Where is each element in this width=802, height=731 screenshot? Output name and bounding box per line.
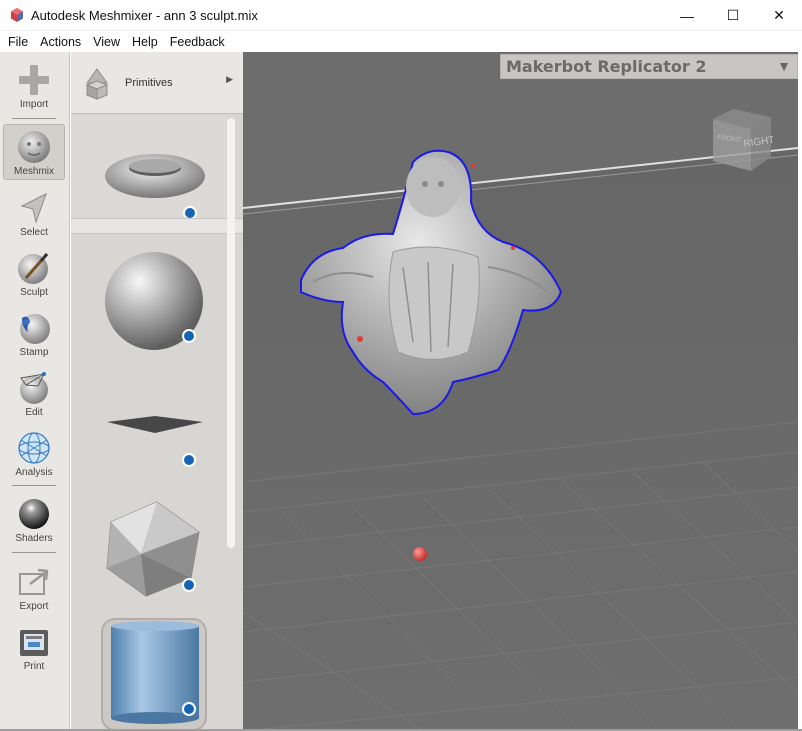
- primitive-cylinder[interactable]: [71, 618, 226, 731]
- analysis-label: Analysis: [15, 467, 53, 478]
- primitives-shapes-icon: [85, 67, 109, 100]
- printer-selector[interactable]: Makerbot Replicator 2 ▼: [500, 54, 798, 79]
- menu-file[interactable]: File: [2, 35, 34, 49]
- tool-sidebar: Import Meshmix Select Sculpt Stamp Edit …: [0, 52, 70, 731]
- shaders-label: Shaders: [15, 533, 53, 544]
- plane-shape: [107, 416, 203, 433]
- sphere-shape: [105, 252, 203, 350]
- primitive-plane[interactable]: [71, 382, 226, 472]
- edit-tool-button[interactable]: Edit: [3, 366, 65, 422]
- panel-scrollbar[interactable]: [227, 118, 235, 548]
- export-label: Export: [19, 601, 49, 612]
- menu-help[interactable]: Help: [126, 35, 164, 49]
- stamp-icon: [20, 314, 50, 344]
- add-badge-icon: [182, 578, 196, 592]
- menu-actions[interactable]: Actions: [34, 35, 87, 49]
- edit-label: Edit: [25, 407, 43, 418]
- shaders-tool-button[interactable]: Shaders: [3, 492, 65, 548]
- analysis-tool-button[interactable]: Analysis: [3, 426, 65, 482]
- window-title: Autodesk Meshmixer - ann 3 sculpt.mix: [31, 7, 258, 23]
- title-bar: Autodesk Meshmixer - ann 3 sculpt.mix — …: [0, 0, 802, 31]
- minimize-button[interactable]: —: [664, 0, 710, 31]
- torus-shape: [105, 154, 205, 198]
- maximize-button[interactable]: ☐: [710, 0, 756, 31]
- import-label: Import: [19, 99, 49, 110]
- stamp-tool-button[interactable]: Stamp: [3, 306, 65, 362]
- meshmix-label: Meshmix: [13, 166, 54, 177]
- meshmix-tool-button[interactable]: Meshmix: [3, 124, 65, 180]
- icosahedron-shape: [106, 501, 200, 597]
- print-tool-button[interactable]: Print: [3, 620, 65, 676]
- divider: [12, 118, 56, 119]
- sculpt-label: Sculpt: [20, 287, 48, 298]
- primitives-header[interactable]: Primitives ▶: [71, 52, 243, 114]
- 3d-viewport[interactable]: Makerbot Replicator 2 ▼ FRONT RIGHT: [243, 52, 798, 731]
- select-tool-button[interactable]: Select: [3, 186, 65, 242]
- divider: [12, 485, 56, 486]
- primitive-torus[interactable]: [71, 116, 226, 220]
- expand-arrow-icon[interactable]: ▶: [226, 74, 233, 85]
- edit-mesh-icon: [20, 372, 48, 404]
- cursor-arrow-icon: [20, 192, 47, 224]
- cylinder-shape: [111, 621, 199, 724]
- sculpt-brush-icon: [18, 253, 49, 284]
- add-badge-icon: [182, 702, 196, 716]
- menu-bar: File Actions View Help Feedback: [0, 31, 802, 52]
- meshmixer-logo-icon: [11, 8, 23, 22]
- stamp-label: Stamp: [19, 347, 49, 358]
- menu-feedback[interactable]: Feedback: [164, 35, 231, 49]
- primitive-sphere[interactable]: [71, 242, 226, 352]
- export-icon: [19, 568, 49, 595]
- analysis-sphere-icon: [18, 432, 50, 464]
- view-cube[interactable]: FRONT RIGHT: [711, 107, 773, 173]
- primitive-icosahedron[interactable]: [71, 492, 226, 598]
- plus-icon: [19, 65, 49, 95]
- primitives-title: Primitives: [125, 76, 173, 89]
- add-badge-icon: [182, 329, 196, 343]
- menu-view[interactable]: View: [87, 35, 126, 49]
- select-label: Select: [20, 227, 48, 238]
- window-edge: [798, 52, 802, 731]
- divider: [12, 552, 56, 553]
- add-badge-icon: [182, 453, 196, 467]
- print-label: Print: [23, 661, 45, 672]
- dropdown-caret-icon[interactable]: ▼: [777, 58, 791, 74]
- primitives-panel: Primitives ▶: [71, 52, 243, 731]
- origin-marker[interactable]: [413, 547, 427, 561]
- import-tool-button[interactable]: Import: [3, 58, 65, 114]
- shader-ball-icon: [19, 499, 49, 529]
- printer-icon: [20, 630, 48, 656]
- sculpt-tool-button[interactable]: Sculpt: [3, 246, 65, 302]
- meshmix-face-icon: [18, 131, 50, 163]
- export-tool-button[interactable]: Export: [3, 560, 65, 616]
- close-button[interactable]: ✕: [756, 0, 802, 31]
- printer-name: Makerbot Replicator 2: [506, 57, 707, 76]
- divider: [71, 218, 243, 234]
